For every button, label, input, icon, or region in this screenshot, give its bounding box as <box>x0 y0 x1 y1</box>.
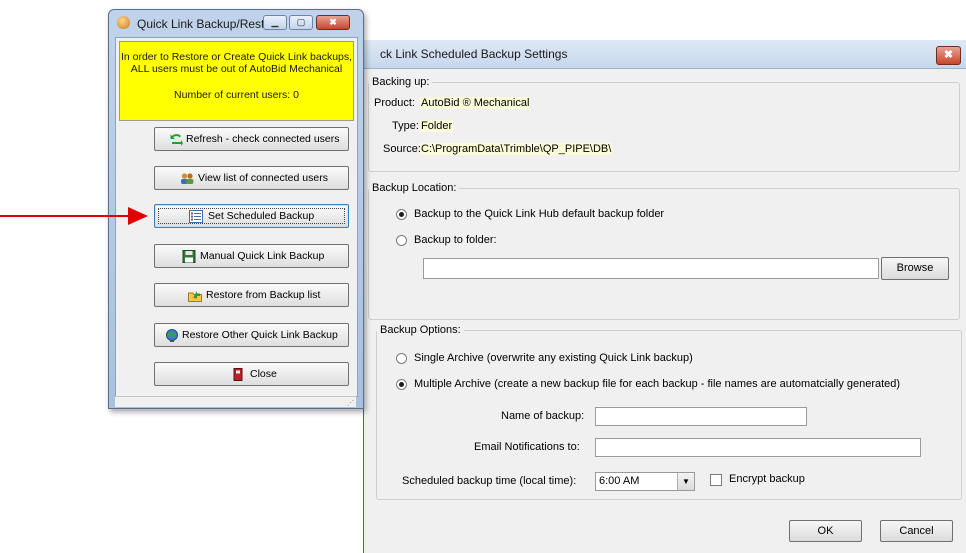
view-users-button[interactable]: View list of connected users <box>154 166 349 190</box>
scheduled-time-select[interactable]: 6:00 AM ▼ <box>595 472 695 491</box>
backing-up-legend: Backing up: <box>369 76 433 88</box>
close-icon: ✖ <box>329 17 337 27</box>
backup-name-input[interactable] <box>595 407 807 426</box>
backup-name-label: Name of backup: <box>501 410 585 422</box>
banner-line-2: ALL users must be out of AutoBid Mechani… <box>130 63 343 75</box>
exit-door-icon <box>233 368 243 381</box>
annotation-arrow-line <box>0 215 130 217</box>
app-shield-icon <box>117 16 130 29</box>
default-folder-label: Backup to the Quick Link Hub default bac… <box>414 208 665 220</box>
manual-backup-label: Manual Quick Link Backup <box>200 250 325 262</box>
globe-icon <box>166 329 178 342</box>
source-label: Source: <box>383 143 421 155</box>
close-label: Close <box>250 368 277 380</box>
quicklink-client-area: In order to Restore or Create Quick Link… <box>115 37 358 397</box>
set-scheduled-backup-label: Set Scheduled Backup <box>208 210 315 222</box>
refresh-arrow-icon <box>170 134 183 146</box>
maximize-icon: ▢ <box>296 17 306 27</box>
single-archive-radio[interactable] <box>396 353 407 364</box>
quicklink-status-bar: ⋰ <box>115 396 356 407</box>
minimize-icon: ▁ <box>271 17 279 27</box>
users-icon <box>181 173 194 184</box>
encrypt-backup-label: Encrypt backup <box>729 473 805 485</box>
multiple-archive-radio[interactable] <box>396 379 407 390</box>
folder-restore-icon <box>188 291 202 302</box>
product-label: Product: <box>374 97 415 109</box>
annotation-arrow-head-icon <box>128 207 148 225</box>
ok-button-label: OK <box>817 525 834 537</box>
custom-folder-radio[interactable] <box>396 235 407 246</box>
set-scheduled-backup-button[interactable]: Set Scheduled Backup <box>154 204 349 228</box>
cancel-button[interactable]: Cancel <box>880 520 953 542</box>
backup-options-group: Backup Options: Single Archive (overwrit… <box>376 324 962 500</box>
quicklink-close-button[interactable]: ✖ <box>316 15 350 30</box>
default-folder-radio[interactable] <box>396 209 407 220</box>
quicklink-close-action-button[interactable]: Close <box>154 362 349 386</box>
cancel-button-label: Cancel <box>899 525 934 537</box>
chevron-down-icon[interactable]: ▼ <box>677 473 694 490</box>
restore-from-list-label: Restore from Backup list <box>206 289 321 301</box>
users-warning-banner: In order to Restore or Create Quick Link… <box>119 41 354 121</box>
manual-backup-button[interactable]: Manual Quick Link Backup <box>154 244 349 268</box>
browse-button[interactable]: Browse <box>881 257 949 280</box>
resize-grip-icon[interactable]: ⋰ <box>347 399 354 407</box>
refresh-users-button[interactable]: Refresh - check connected users <box>154 127 349 151</box>
settings-window-title: ck Link Scheduled Backup Settings <box>380 47 568 61</box>
settings-close-button[interactable]: ✖ <box>936 46 961 65</box>
backup-folder-input[interactable] <box>423 258 879 279</box>
encrypt-backup-checkbox[interactable] <box>710 474 722 486</box>
restore-other-backup-label: Restore Other Quick Link Backup <box>182 329 338 341</box>
type-label: Type: <box>392 120 419 132</box>
schedule-list-icon <box>189 210 203 223</box>
backing-up-group: Backing up: Product: AutoBid ® Mechanica… <box>368 76 960 172</box>
backup-options-legend: Backup Options: <box>377 324 464 336</box>
view-users-label: View list of connected users <box>198 172 328 184</box>
type-value: Folder <box>420 120 454 132</box>
custom-folder-label: Backup to folder: <box>414 234 497 246</box>
product-value: AutoBid ® Mechanical <box>420 97 531 109</box>
banner-line-1: In order to Restore or Create Quick Link… <box>120 51 353 63</box>
backup-location-group: Backup Location: Backup to the Quick Lin… <box>368 182 960 320</box>
ok-button[interactable]: OK <box>789 520 862 542</box>
refresh-users-label: Refresh - check connected users <box>186 133 340 145</box>
maximize-button[interactable]: ▢ <box>289 15 313 30</box>
floppy-disk-icon <box>182 250 196 263</box>
scheduled-backup-settings-window: ck Link Scheduled Backup Settings ✖ Back… <box>363 40 966 553</box>
multiple-archive-label: Multiple Archive (create a new backup fi… <box>414 378 901 390</box>
settings-title-bar[interactable]: ck Link Scheduled Backup Settings ✖ <box>364 40 966 69</box>
source-value: C:\ProgramData\Trimble\QP_PIPE\DB\ <box>420 143 613 155</box>
email-notifications-label: Email Notifications to: <box>474 441 580 453</box>
restore-other-backup-button[interactable]: Restore Other Quick Link Backup <box>154 323 349 347</box>
quicklink-window-title: Quick Link Backup/Restore <box>137 17 282 31</box>
backup-location-legend: Backup Location: <box>369 182 460 194</box>
quicklink-title-bar[interactable]: Quick Link Backup/Restore ▁ ▢ ✖ <box>109 10 363 36</box>
minimize-button[interactable]: ▁ <box>263 15 287 30</box>
scheduled-time-value: 6:00 AM <box>599 475 640 487</box>
email-notifications-input[interactable] <box>595 438 921 457</box>
current-users-count: Number of current users: 0 <box>174 89 299 101</box>
browse-button-label: Browse <box>896 262 934 274</box>
scheduled-time-label: Scheduled backup time (local time): <box>402 475 577 487</box>
restore-from-list-button[interactable]: Restore from Backup list <box>154 283 349 307</box>
single-archive-label: Single Archive (overwrite any existing Q… <box>414 352 693 364</box>
